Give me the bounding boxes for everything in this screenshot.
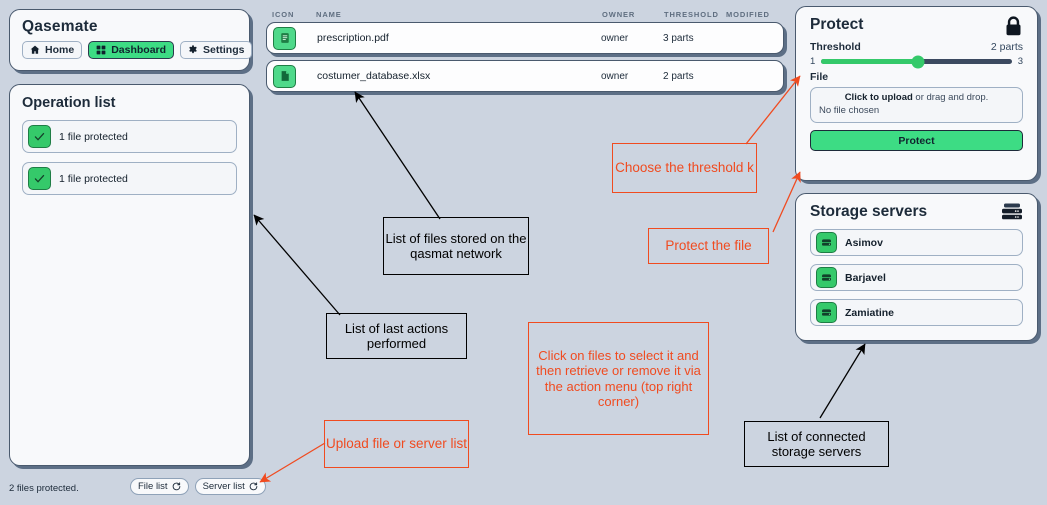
operation-item-label: 1 file protected bbox=[59, 172, 128, 185]
file-owner: owner bbox=[601, 32, 629, 44]
file-section-row: File bbox=[810, 71, 1023, 83]
server-name: Barjavel bbox=[845, 271, 886, 284]
server-name: Zamiatine bbox=[845, 306, 895, 319]
file-table-header: ICON NAME OWNER THRESHOLD MODIFIED bbox=[266, 6, 784, 22]
operation-list-item[interactable]: 1 file protected bbox=[22, 120, 237, 153]
protect-panel: Protect Threshold 2 parts 1 3 File Click… bbox=[795, 6, 1038, 181]
file-list-label: File list bbox=[138, 481, 168, 492]
server-icon bbox=[816, 302, 837, 323]
file-owner: owner bbox=[601, 70, 629, 82]
server-list-label: Server list bbox=[202, 481, 245, 492]
slider-thumb[interactable] bbox=[911, 55, 925, 68]
column-header-name: NAME bbox=[316, 9, 342, 19]
file-icon-cell bbox=[273, 64, 317, 88]
app-title: Qasemate bbox=[22, 18, 98, 35]
annotation-actions-note: List of last actions performed bbox=[326, 313, 467, 359]
slider-fill bbox=[821, 59, 919, 64]
server-icon bbox=[816, 232, 837, 253]
nav-button-home[interactable]: Home bbox=[22, 41, 83, 59]
storage-servers-panel: Storage servers Asimov Barjavel Zamiatin… bbox=[795, 193, 1038, 341]
threshold-slider[interactable]: 1 3 bbox=[810, 55, 1023, 68]
check-icon bbox=[28, 167, 51, 190]
file-threshold: 3 parts bbox=[663, 32, 694, 44]
slider-min-label: 1 bbox=[810, 56, 816, 67]
annotation-select-note: Click on files to select it and then ret… bbox=[528, 322, 709, 435]
gear-icon bbox=[188, 45, 198, 55]
operation-item-label: 1 file protected bbox=[59, 130, 128, 143]
nav-button-settings[interactable]: Settings bbox=[180, 41, 253, 59]
pdf-file-icon bbox=[273, 26, 296, 50]
upload-prompt-bold: Click to upload bbox=[844, 92, 913, 103]
annotation-servers-note: List of connected storage servers bbox=[744, 421, 889, 467]
nav-button-dashboard[interactable]: Dashboard bbox=[88, 41, 175, 59]
file-name: costumer_database.xlsx bbox=[317, 70, 431, 82]
main-nav: Home Dashboard Settings bbox=[22, 41, 253, 59]
column-header-modified: MODIFIED bbox=[726, 9, 770, 19]
xlsx-file-icon bbox=[273, 64, 296, 88]
server-list-item[interactable]: Barjavel bbox=[810, 264, 1023, 291]
file-threshold: 2 parts bbox=[663, 70, 694, 82]
annotation-threshold-note: Choose the threshold k bbox=[612, 143, 757, 193]
nav-label-home: Home bbox=[45, 44, 75, 56]
bottom-button-group: File list Server list bbox=[130, 478, 266, 495]
check-icon bbox=[28, 125, 51, 148]
file-list-refresh-button[interactable]: File list bbox=[130, 478, 189, 495]
nav-label-settings: Settings bbox=[203, 44, 245, 56]
column-header-icon: ICON bbox=[272, 9, 295, 19]
nav-label-dashboard: Dashboard bbox=[111, 44, 167, 56]
header-panel: Qasemate Home Dashboard Settings bbox=[9, 9, 253, 71]
server-icon bbox=[816, 267, 837, 288]
server-stack-icon bbox=[1001, 203, 1023, 220]
annotation-upload-note: Upload file or server list bbox=[324, 420, 469, 468]
home-icon bbox=[30, 45, 40, 55]
upload-prompt: Click to upload or drag and drop. bbox=[819, 92, 1014, 103]
file-upload-dropzone[interactable]: Click to upload or drag and drop. No fil… bbox=[810, 87, 1023, 123]
slider-max-label: 3 bbox=[1017, 56, 1023, 67]
server-list-refresh-button[interactable]: Server list bbox=[194, 478, 266, 495]
protect-title: Protect bbox=[810, 16, 864, 33]
refresh-icon bbox=[172, 482, 181, 491]
status-text: 2 files protected. bbox=[9, 482, 79, 494]
file-label: File bbox=[810, 71, 829, 83]
annotation-files-note: List of files stored on the qasmat netwo… bbox=[383, 217, 529, 275]
upload-status: No file chosen bbox=[819, 105, 880, 116]
server-list-item[interactable]: Asimov bbox=[810, 229, 1023, 256]
table-row[interactable]: costumer_database.xlsx owner 2 parts bbox=[266, 60, 784, 92]
table-row[interactable]: prescription.pdf owner 3 parts bbox=[266, 22, 784, 54]
server-list-item[interactable]: Zamiatine bbox=[810, 299, 1023, 326]
column-header-threshold: THRESHOLD bbox=[664, 9, 719, 19]
threshold-label: Threshold bbox=[810, 41, 861, 53]
storage-title: Storage servers bbox=[810, 203, 928, 220]
protect-button[interactable]: Protect bbox=[810, 130, 1023, 151]
storage-header: Storage servers bbox=[810, 203, 1023, 221]
upload-prompt-rest: or drag and drop. bbox=[912, 92, 989, 103]
app-root: Qasemate Home Dashboard Settings Operati… bbox=[0, 0, 1047, 505]
protect-header: Protect bbox=[810, 16, 1023, 37]
grid-icon bbox=[96, 45, 106, 55]
operation-list-title: Operation list bbox=[22, 95, 116, 111]
file-name: prescription.pdf bbox=[317, 32, 389, 44]
file-icon-cell bbox=[273, 26, 317, 50]
annotation-protect-note: Protect the file bbox=[648, 228, 769, 264]
protect-button-label: Protect bbox=[898, 134, 935, 147]
column-header-owner: OWNER bbox=[602, 9, 636, 19]
lock-icon bbox=[1004, 16, 1023, 37]
threshold-value: 2 parts bbox=[990, 41, 1023, 53]
slider-track[interactable] bbox=[821, 55, 1012, 68]
operation-list-item[interactable]: 1 file protected bbox=[22, 162, 237, 195]
file-list: ICON NAME OWNER THRESHOLD MODIFIED presc… bbox=[266, 6, 784, 98]
operation-list-panel: Operation list 1 file protected 1 file p… bbox=[9, 84, 250, 466]
threshold-row: Threshold 2 parts bbox=[810, 41, 1023, 53]
server-name: Asimov bbox=[845, 236, 883, 249]
refresh-icon bbox=[249, 482, 258, 491]
